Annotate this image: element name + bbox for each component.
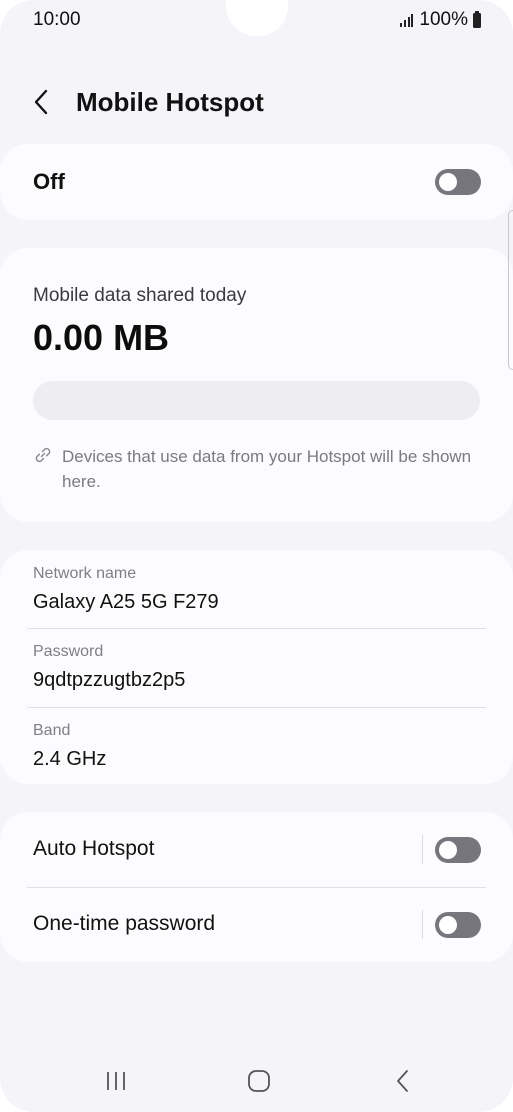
network-settings-card: Network name Galaxy A25 5G F279 Password… (0, 550, 513, 784)
battery-percent: 100% (419, 9, 468, 30)
network-name-label: Network name (33, 565, 137, 582)
master-switch-label: Off (33, 169, 65, 194)
usage-label: Mobile data shared today (33, 285, 247, 306)
band-label: Band (33, 722, 71, 739)
link-icon (35, 447, 51, 463)
signal-icon (400, 13, 414, 27)
hotspot-options-card: Auto Hotspot One-time password (0, 812, 513, 962)
header: Mobile Hotspot (0, 80, 513, 124)
phone-screen: 10:00 100% Mobile Hotspot Off Mobile dat… (0, 0, 513, 1112)
toggle-knob (439, 173, 457, 191)
chevron-left-icon[interactable] (28, 86, 56, 118)
status-bar: 10:00 100% (0, 0, 513, 40)
status-icons: 100% (400, 9, 481, 31)
usage-progress-bar (33, 381, 480, 420)
one-time-password-toggle[interactable] (435, 912, 481, 938)
hotspot-toggle[interactable] (435, 169, 481, 195)
page-title: Mobile Hotspot (76, 87, 264, 117)
status-time: 10:00 (33, 9, 81, 30)
back-icon[interactable] (388, 1068, 418, 1094)
usage-value: 0.00 MB (33, 317, 170, 358)
recents-icon[interactable] (101, 1068, 131, 1094)
usage-note: Devices that use data from your Hotspot … (62, 447, 472, 491)
toggle-knob (439, 841, 457, 859)
one-time-password-label: One-time password (33, 912, 216, 935)
toggle-knob (439, 916, 457, 934)
password-value: 9qdtpzzugtbz2p5 (33, 669, 186, 691)
hotspot-master-switch[interactable]: Off (0, 144, 513, 220)
auto-hotspot-row[interactable]: Auto Hotspot (0, 812, 513, 887)
camera-notch (226, 0, 288, 36)
battery-icon (473, 10, 481, 28)
network-name-item[interactable]: Network name Galaxy A25 5G F279 (0, 550, 513, 628)
home-icon[interactable] (244, 1068, 274, 1094)
password-item[interactable]: Password 9qdtpzzugtbz2p5 (0, 628, 513, 706)
separator (422, 910, 423, 939)
scroll-indicator[interactable] (508, 210, 513, 370)
auto-hotspot-label: Auto Hotspot (33, 837, 155, 860)
band-value: 2.4 GHz (33, 748, 107, 770)
separator (422, 835, 423, 864)
auto-hotspot-toggle[interactable] (435, 837, 481, 863)
network-name-value: Galaxy A25 5G F279 (33, 591, 219, 613)
password-label: Password (33, 643, 104, 660)
navigation-bar (0, 1050, 513, 1110)
one-time-password-row[interactable]: One-time password (0, 887, 513, 962)
band-item[interactable]: Band 2.4 GHz (0, 707, 513, 785)
data-usage-card: Mobile data shared today 0.00 MB Devices… (0, 248, 513, 522)
